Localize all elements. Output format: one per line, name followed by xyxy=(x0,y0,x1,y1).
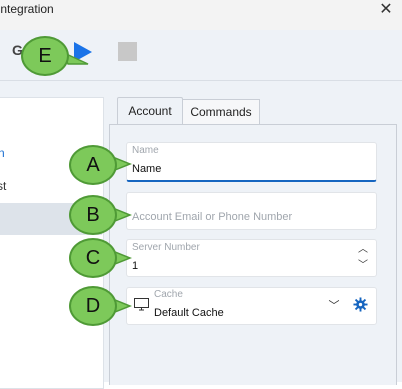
left-list-item[interactable]: st xyxy=(0,179,6,193)
callout-c: C xyxy=(69,238,117,278)
server-number-field[interactable]: Server Number 1 ︿ ﹀ xyxy=(126,239,377,277)
callout-a: A xyxy=(69,145,117,185)
stop-icon[interactable] xyxy=(118,42,137,61)
chevron-down-icon[interactable]: ﹀ xyxy=(327,297,341,312)
server-number-value: 1 xyxy=(132,260,139,272)
account-field[interactable]: Account Email or Phone Number xyxy=(126,192,377,230)
spin-up-icon[interactable]: ︿ xyxy=(356,244,370,256)
name-label: Name xyxy=(132,145,159,156)
account-placeholder: Account Email or Phone Number xyxy=(132,211,293,223)
gear-icon[interactable] xyxy=(353,297,368,312)
tab-commands[interactable]: Commands xyxy=(182,99,260,125)
cache-value: Default Cache xyxy=(154,307,224,319)
monitor-icon xyxy=(134,298,149,311)
window-title: Integration xyxy=(0,2,54,16)
name-field[interactable]: Name Name xyxy=(126,142,377,182)
callout-b: B xyxy=(69,195,117,235)
close-icon[interactable]: ✕ xyxy=(376,0,396,20)
tab-account[interactable]: Account xyxy=(117,97,183,124)
cache-select[interactable]: Cache Default Cache ﹀ xyxy=(126,287,377,325)
spin-down-icon[interactable]: ﹀ xyxy=(356,260,370,272)
server-number-label: Server Number xyxy=(132,242,200,253)
cache-label: Cache xyxy=(154,289,183,300)
callout-d: D xyxy=(69,286,117,326)
left-list-item[interactable]: n xyxy=(0,146,5,160)
title-bar: Integration ✕ xyxy=(0,0,402,30)
name-value: Name xyxy=(132,163,162,175)
callout-e: E xyxy=(21,36,69,76)
